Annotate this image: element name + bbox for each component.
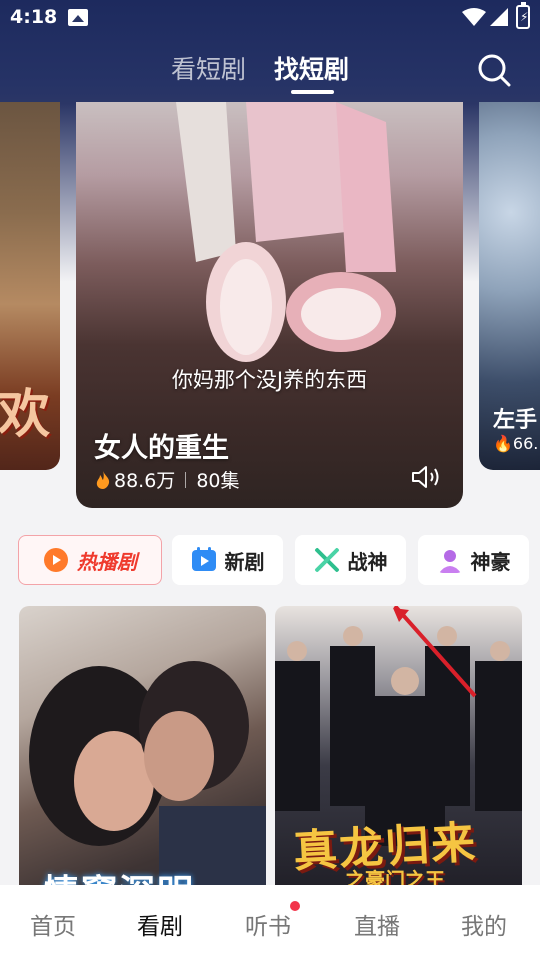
heat-count: 88.6万: [114, 470, 176, 492]
carousel-card-current[interactable]: 你妈那个没J养的东西 女人的重生 88.6万 80集: [76, 102, 463, 508]
image-icon: [68, 9, 88, 26]
chip-tycoon[interactable]: 神豪: [418, 535, 529, 585]
next-card-heat: 🔥66.: [493, 434, 538, 453]
next-card-heat-value: 66.: [512, 434, 539, 453]
flame-icon: [96, 470, 110, 489]
drama-poster[interactable]: 真龙归来 之豪门之王: [275, 606, 522, 896]
tab-find-shorts[interactable]: 找短剧: [274, 50, 349, 86]
search-icon[interactable]: [476, 52, 512, 88]
volume-icon[interactable]: [410, 464, 442, 490]
play-icon: [191, 547, 216, 571]
video-subtitle: 你妈那个没J养的东西: [171, 368, 368, 392]
active-tab-indicator: [291, 90, 334, 94]
nav-audiobooks[interactable]: 听书: [245, 907, 291, 941]
category-chips: 热播剧 新剧 战神 神豪: [18, 535, 538, 587]
nav-watch-drama[interactable]: 看剧: [137, 907, 183, 941]
nav-profile[interactable]: 我的: [461, 907, 507, 941]
next-card-title: 左手: [493, 408, 538, 433]
episode-count: 80集: [196, 470, 240, 492]
top-tabs: 看短剧 找短剧: [0, 50, 540, 100]
carousel-card-prev[interactable]: 欢: [0, 102, 60, 470]
notification-dot: [290, 901, 300, 911]
chip-label: 神豪: [470, 549, 511, 574]
drama-title: 女人的重生: [94, 433, 229, 464]
tab-watch-shorts[interactable]: 看短剧: [171, 50, 246, 86]
nav-home[interactable]: 首页: [30, 907, 76, 941]
signal-icon: [490, 8, 508, 26]
drama-meta: 88.6万 80集: [96, 466, 240, 493]
status-time: 4:18: [10, 6, 58, 28]
wifi-icon: [462, 8, 486, 26]
prev-card-caption: 欢: [0, 384, 51, 445]
poster-image: [29, 661, 266, 896]
featured-carousel[interactable]: 欢 你妈那个没J养的东西 女人的重生 88.6万 80集 左手 🔥66.: [0, 102, 540, 512]
status-bar: 4:18 ⚡: [0, 0, 540, 36]
drama-poster[interactable]: 情窦深明: [19, 606, 266, 896]
chip-war-god[interactable]: 战神: [295, 535, 406, 585]
chip-label: 热播剧: [77, 549, 137, 574]
person-icon: [438, 550, 461, 573]
carousel-card-next[interactable]: 左手 🔥66.: [479, 102, 540, 470]
nav-live[interactable]: 直播: [354, 907, 400, 941]
chip-new-dramas[interactable]: 新剧: [172, 535, 283, 585]
bottom-navigation: 首页 看剧 听书 直播 我的: [0, 885, 540, 960]
battery-charging-icon: ⚡: [516, 2, 530, 29]
chip-label: 新剧: [224, 549, 265, 574]
chip-hot-dramas[interactable]: 热播剧: [18, 535, 162, 585]
meta-divider: [185, 471, 187, 488]
flame-icon: 🔥: [493, 434, 513, 453]
chip-label: 战神: [347, 549, 388, 574]
flame-icon: [44, 548, 68, 572]
poster-image: [176, 102, 396, 362]
crossed-swords-icon: [314, 548, 339, 572]
